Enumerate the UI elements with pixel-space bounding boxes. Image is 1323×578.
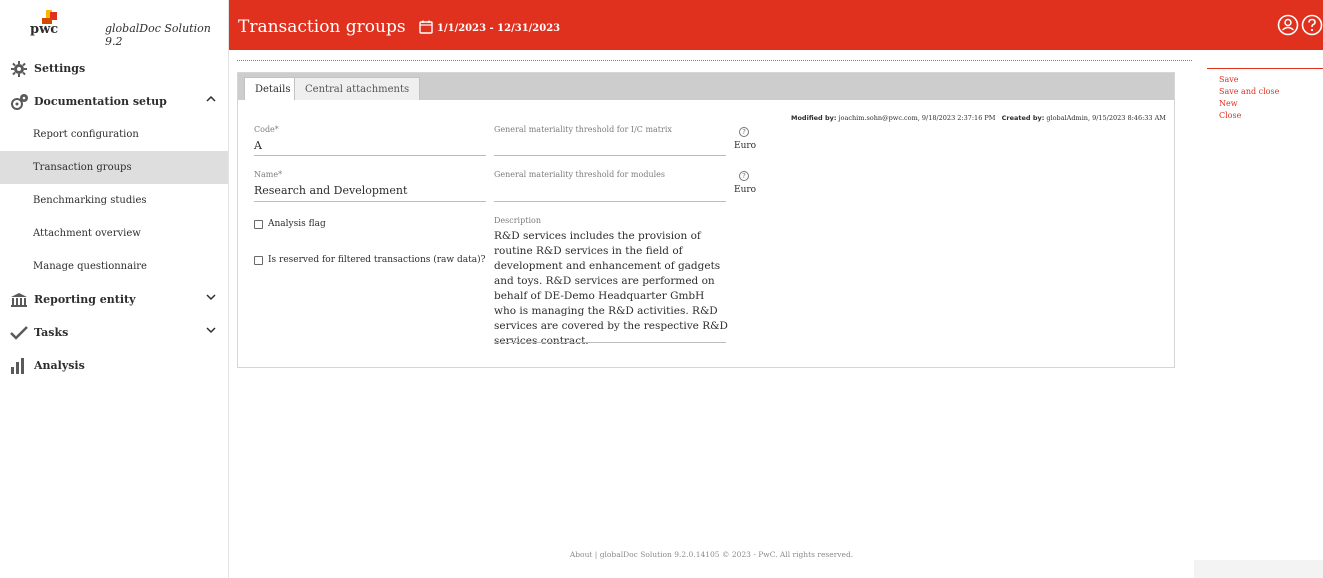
help-icon[interactable]: ? [739, 171, 749, 181]
modified-by-label: Modified by: [791, 114, 837, 122]
checkmark-icon [10, 324, 32, 342]
code-input[interactable]: A [254, 139, 262, 152]
action-menu: Save Save and close New Close [1207, 68, 1323, 122]
footer-corner [1194, 560, 1323, 578]
sidebar-item-label: Reporting entity [34, 293, 136, 306]
unit-label: Euro [734, 141, 757, 151]
user-icon[interactable] [1277, 14, 1299, 40]
close-button[interactable]: Close [1207, 110, 1323, 122]
name-underline [254, 201, 486, 202]
chevron-down-icon[interactable] [206, 291, 216, 304]
sidebar-item-tasks[interactable]: Tasks [0, 316, 228, 349]
sidebar-item-label: Analysis [34, 359, 85, 372]
logo-text: pwc [30, 22, 59, 37]
calendar-icon [419, 20, 433, 37]
unit-label: Euro [734, 185, 757, 195]
chevron-up-icon[interactable] [206, 93, 216, 106]
threshold-ic-label: General materiality threshold for I/C ma… [494, 125, 672, 134]
help-icon[interactable] [1301, 14, 1323, 40]
sidebar-item-benchmarking-studies[interactable]: Benchmarking studies [0, 184, 228, 217]
created-by-value: globalAdmin, 9/15/2023 8:46:33 AM [1046, 114, 1166, 122]
footer: About | globalDoc Solution 9.2.0.14105 ©… [569, 550, 854, 559]
sidebar-item-documentation-setup[interactable]: Documentation setup [0, 85, 228, 118]
audit-info: Modified by: joachim.sohn@pwc.com, 9/18/… [791, 114, 1166, 122]
gears-icon [10, 93, 32, 111]
page-title: Transaction groups [238, 17, 406, 37]
header-icons [1277, 14, 1323, 40]
checkbox-label: Is reserved for filtered transactions (r… [268, 255, 486, 265]
brand: pwc globalDoc Solution 9.2 [0, 0, 228, 50]
details-panel: Details Central attachments Code* A Gene… [237, 72, 1175, 368]
analysis-flag-checkbox[interactable]: Analysis flag [254, 219, 326, 229]
name-input[interactable]: Research and Development [254, 184, 407, 197]
code-underline [254, 155, 486, 156]
date-range-picker[interactable]: 1/1/2023 - 12/31/2023 [419, 20, 560, 37]
product-name: globalDoc Solution 9.2 [105, 22, 211, 48]
modified-by-value: joachim.sohn@pwc.com, 9/18/2023 2:37:16 … [838, 114, 996, 122]
save-button[interactable]: Save [1207, 74, 1323, 86]
bank-icon [10, 291, 32, 309]
code-label: Code* [254, 125, 279, 134]
created-by-label: Created by: [1001, 114, 1045, 122]
divider [237, 60, 1192, 61]
reserved-flag-checkbox[interactable]: Is reserved for filtered transactions (r… [254, 255, 485, 265]
date-range-text: 1/1/2023 - 12/31/2023 [437, 23, 561, 34]
sidebar-item-manage-questionnaire[interactable]: Manage questionnaire [0, 250, 228, 283]
checkbox-box[interactable] [254, 219, 263, 229]
threshold-ic-input[interactable] [494, 155, 726, 156]
tab-bar: Details Central attachments [238, 73, 1174, 100]
sidebar-item-attachment-overview[interactable]: Attachment overview [0, 217, 228, 250]
help-icon[interactable]: ? [739, 127, 749, 137]
description-textarea[interactable]: R&D services includes the provision of r… [494, 229, 729, 349]
description-label: Description [494, 216, 541, 225]
new-button[interactable]: New [1207, 98, 1323, 110]
checkbox-label: Analysis flag [268, 219, 326, 229]
pwc-logo[interactable]: pwc [28, 10, 68, 40]
chevron-down-icon[interactable] [206, 324, 216, 337]
sidebar-item-label: Tasks [34, 326, 69, 339]
sidebar-item-label: Settings [34, 62, 86, 75]
bar-chart-icon [10, 357, 32, 375]
sidebar-item-report-configuration[interactable]: Report configuration [0, 118, 228, 151]
header-bar: Transaction groups 1/1/2023 - 12/31/2023 [229, 0, 1323, 50]
sidebar-item-analysis[interactable]: Analysis [0, 349, 228, 382]
tab-central-attachments[interactable]: Central attachments [294, 77, 421, 100]
sidebar: pwc globalDoc Solution 9.2 Settings Docu… [0, 0, 229, 578]
sidebar-item-settings[interactable]: Settings [0, 52, 228, 85]
sidebar-item-transaction-groups[interactable]: Transaction groups [0, 151, 228, 184]
sidebar-item-reporting-entity[interactable]: Reporting entity [0, 283, 228, 316]
checkbox-box[interactable] [254, 255, 263, 265]
gear-icon [10, 60, 32, 78]
name-label: Name* [254, 170, 283, 179]
threshold-modules-label: General materiality threshold for module… [494, 170, 665, 179]
tab-details[interactable]: Details [244, 77, 302, 100]
save-and-close-button[interactable]: Save and close [1207, 86, 1323, 98]
threshold-modules-input[interactable] [494, 201, 726, 202]
sidebar-item-label: Documentation setup [34, 95, 167, 108]
description-underline [494, 342, 726, 343]
